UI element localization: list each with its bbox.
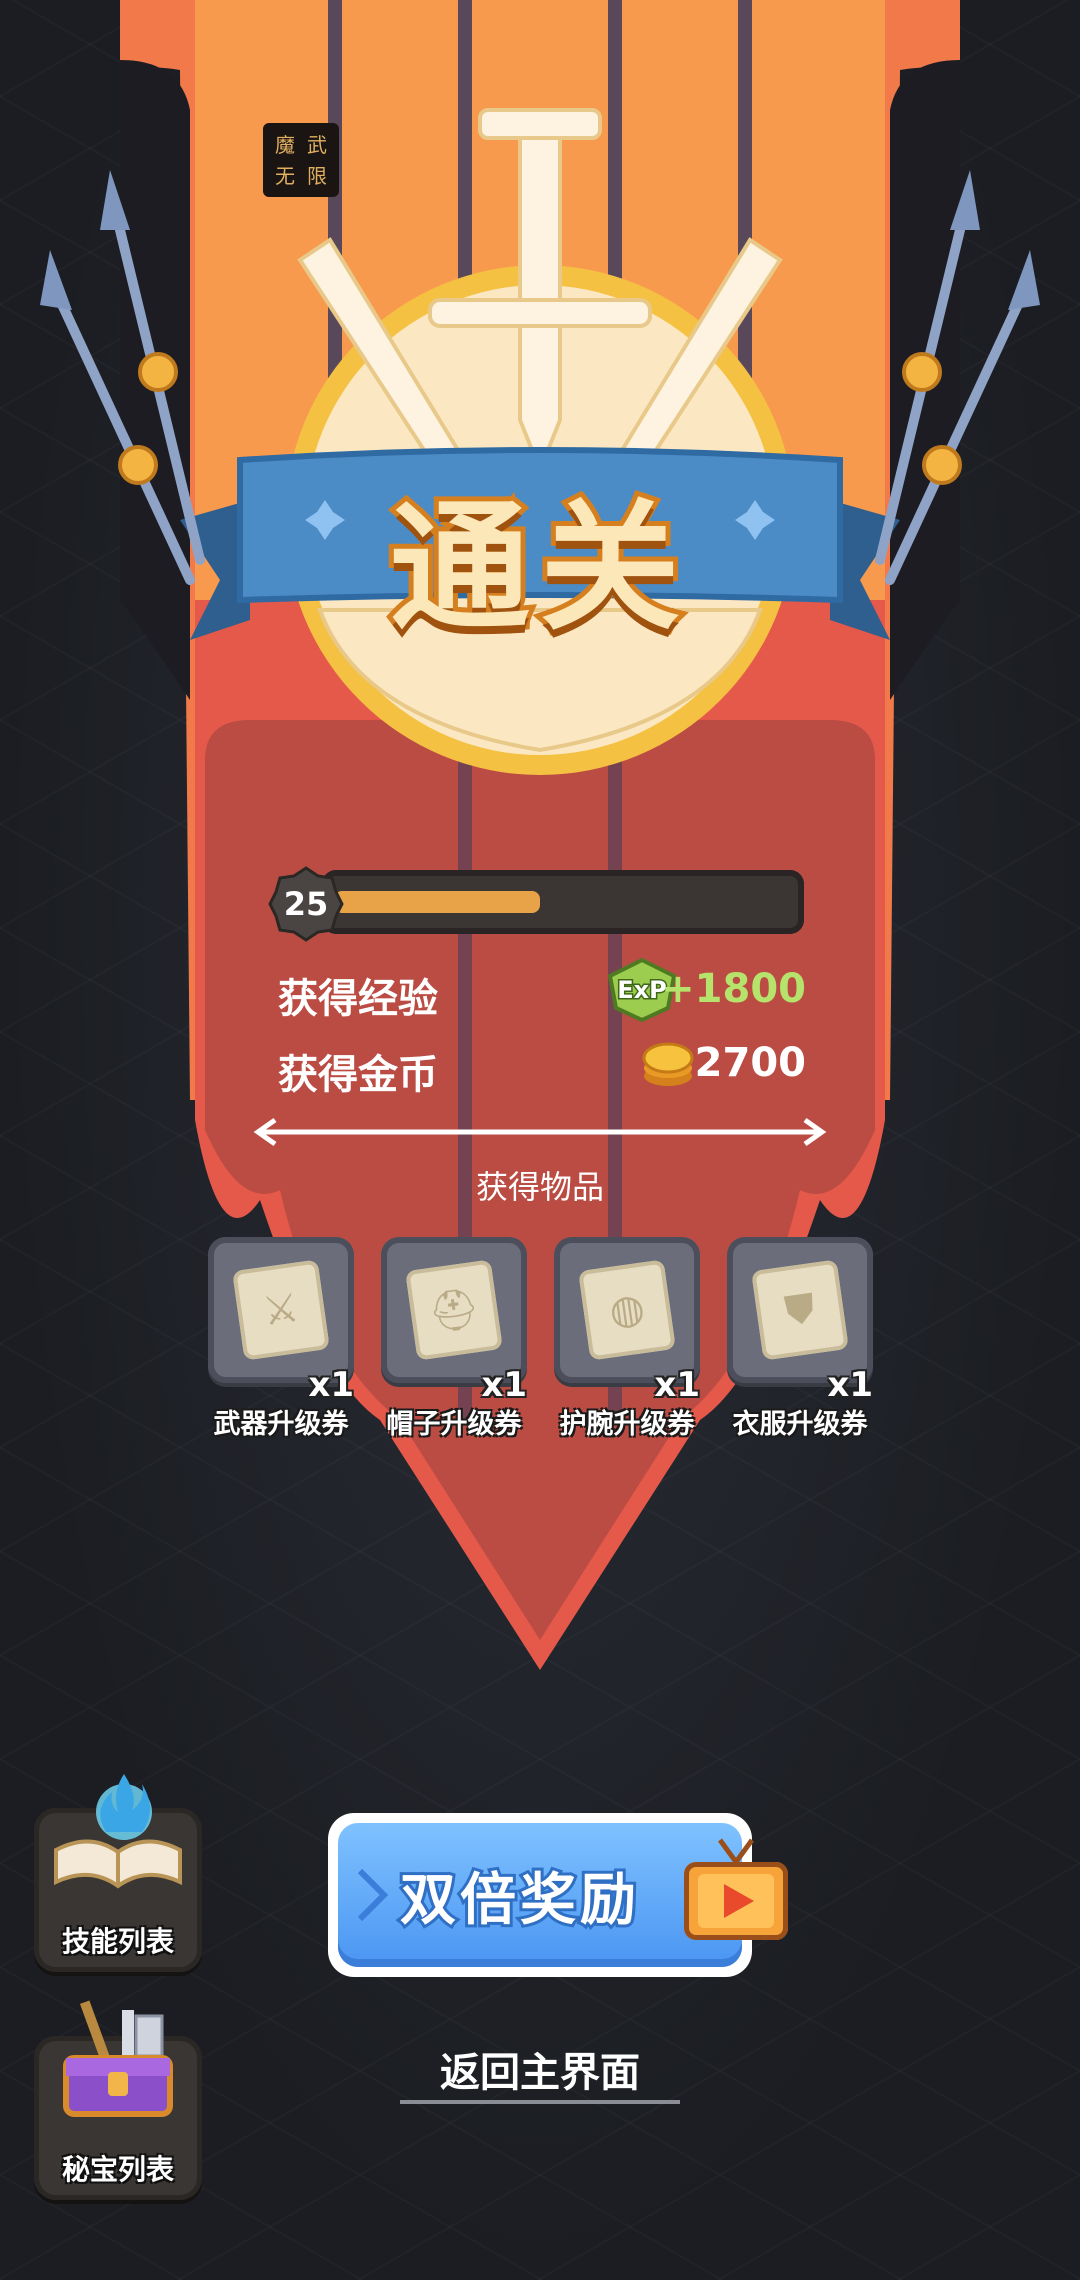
game-logo: 魔 武 无 限 (263, 123, 339, 197)
logo-char: 魔 (275, 132, 295, 157)
exp-progress-fill (334, 891, 540, 913)
item-name: 帽子升级券 (386, 1409, 522, 1440)
item-quantity: x1 (481, 1365, 527, 1405)
gold-value: 2700 (694, 1040, 806, 1086)
player-level: 25 (283, 885, 329, 923)
watch-ad-tv-icon[interactable] (684, 1838, 788, 1940)
bracer-icon: ◍ (606, 1284, 648, 1336)
play-icon (724, 1884, 754, 1918)
skill-book-icon (54, 1774, 182, 1889)
sword-icon: ⚔ (260, 1284, 302, 1336)
reward-item-helmet-ticket[interactable]: ⛑ x1 (381, 1237, 527, 1405)
logo-char: 武 (307, 132, 327, 157)
item-quantity: x1 (308, 1365, 354, 1405)
item-quantity: x1 (654, 1365, 700, 1405)
helmet-icon: ⛑ (425, 1284, 483, 1337)
armor-icon: ⛊ (781, 1285, 819, 1335)
item-name: 护腕升级券 (559, 1409, 695, 1440)
reward-item-bracer-ticket[interactable]: ◍ x1 (554, 1237, 700, 1405)
item-name: 武器升级券 (213, 1409, 349, 1440)
gold-label: 获得金币 (278, 1052, 438, 1098)
reward-item-weapon-ticket[interactable]: ⚔ x1 (208, 1237, 354, 1405)
exp-value: +1800 (661, 966, 806, 1012)
skill-list-label: 技能列表 (61, 1925, 174, 1958)
return-to-main-link[interactable]: 返回主界面 (0, 2040, 1080, 2098)
skill-list-button[interactable]: 技能列表 (34, 1774, 202, 1972)
double-reward-label: 双倍奖励 (397, 1865, 640, 1936)
item-quantity: x1 (827, 1365, 873, 1405)
stage-clear-title: 通关 (385, 482, 690, 655)
victory-banner (40, 0, 1040, 1670)
item-name: 衣服升级券 (732, 1409, 868, 1440)
exp-label: 获得经验 (278, 976, 438, 1022)
tv-antenna-icon (717, 1838, 755, 1866)
logo-char: 无 (275, 163, 295, 188)
items-section-label: 获得物品 (475, 1168, 604, 1206)
logo-char: 限 (307, 163, 327, 188)
return-underline (400, 2100, 680, 2104)
treasure-list-label: 秘宝列表 (61, 2153, 174, 2186)
reward-item-armor-ticket[interactable]: ⛊ x1 (727, 1237, 873, 1405)
